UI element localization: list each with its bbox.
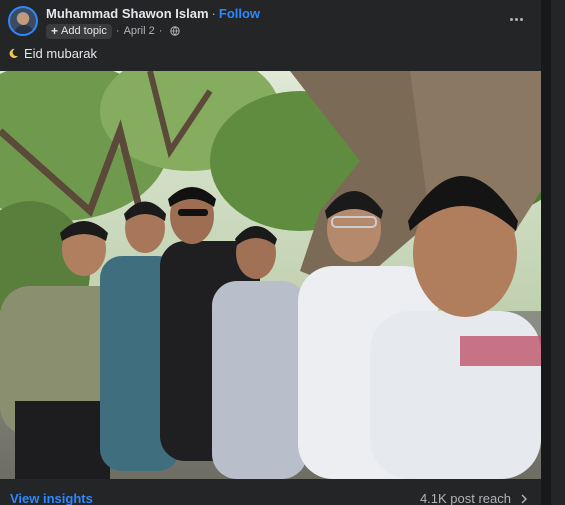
post-caption: Eid mubarak — [8, 46, 97, 61]
post-reach-label: 4.1K post reach — [419, 491, 511, 505]
follow-button[interactable]: Follow — [219, 6, 260, 21]
separator-dot: · — [115, 25, 120, 37]
add-topic-label: Add topic — [61, 25, 107, 37]
author-avatar[interactable] — [8, 6, 38, 36]
separator-dot: · — [211, 6, 216, 21]
view-insights-link[interactable]: View insights — [10, 491, 93, 505]
post-header: Muhammad Shawon Islam · Follow + Add topic… — [0, 0, 541, 42]
post-date[interactable]: April 2 — [124, 25, 155, 37]
globe-icon[interactable] — [170, 26, 181, 36]
dot — [509, 17, 513, 21]
chevron-right-icon — [521, 494, 527, 503]
dot — [519, 17, 523, 21]
plus-icon: + — [51, 24, 59, 38]
dot — [514, 17, 518, 21]
more-options-icon[interactable] — [507, 10, 525, 28]
right-side-panel — [551, 0, 565, 505]
avatar-body — [14, 25, 34, 34]
separator-dot: · — [158, 25, 163, 37]
post-meta: + Add topic · April 2 · — [46, 23, 181, 39]
post-footer: View insights 4.1K post reach — [0, 482, 541, 505]
author-name-row: Muhammad Shawon Islam · Follow — [46, 6, 260, 21]
avatar-face — [18, 13, 29, 25]
crescent-moon-icon — [9, 48, 19, 59]
post-card: Muhammad Shawon Islam · Follow + Add topic… — [0, 0, 541, 505]
add-topic-button[interactable]: + Add topic — [46, 23, 112, 39]
post-reach[interactable]: 4.1K post reach — [420, 491, 529, 505]
author-name[interactable]: Muhammad Shawon Islam — [46, 6, 209, 21]
group-selfie-image — [0, 71, 541, 479]
caption-text: Eid mubarak — [24, 46, 97, 61]
post-photo[interactable] — [0, 71, 541, 479]
